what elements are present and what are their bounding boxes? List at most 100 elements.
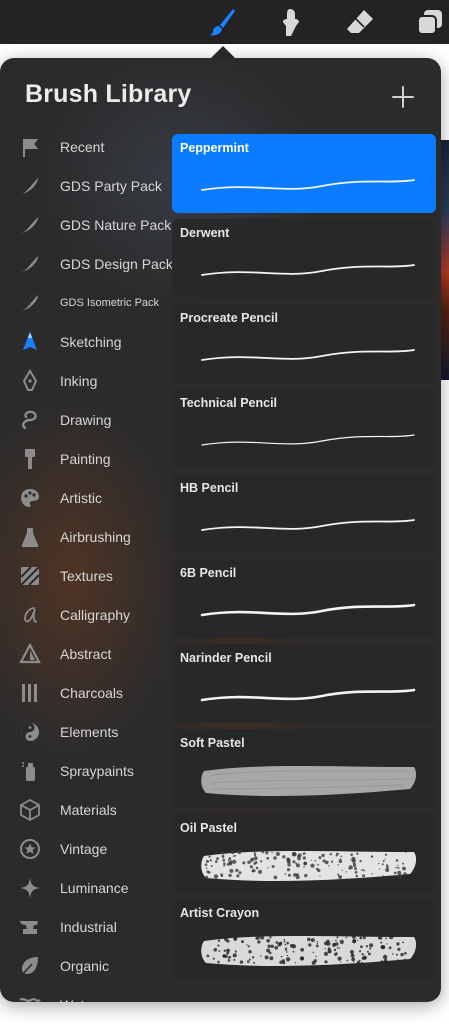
category-item-gds-isometric-pack[interactable]: GDS Isometric Pack xyxy=(0,283,172,322)
category-item-artistic[interactable]: Artistic xyxy=(0,478,172,517)
category-item-organic[interactable]: Organic xyxy=(0,946,172,985)
brush-item-narinder-pencil[interactable]: Narinder Pencil xyxy=(172,644,436,723)
category-label: Inking xyxy=(60,372,98,389)
brush-item-artist-crayon[interactable]: Artist Crayon xyxy=(172,899,436,978)
plus-icon xyxy=(388,82,418,112)
category-label: GDS Isometric Pack xyxy=(60,296,160,309)
category-item-airbrushing[interactable]: Airbrushing xyxy=(0,517,172,556)
layers-icon xyxy=(414,6,446,38)
brush-name: Derwent xyxy=(180,226,230,240)
waves-icon xyxy=(18,993,42,1003)
category-label: Painting xyxy=(60,450,111,467)
category-label: Materials xyxy=(60,801,117,818)
star-badge-icon xyxy=(18,837,42,861)
category-item-gds-nature-pack[interactable]: GDS Nature Pack xyxy=(0,205,172,244)
category-item-gds-design-pack[interactable]: GDS Design Pack xyxy=(0,244,172,283)
palette-icon xyxy=(18,486,42,510)
airbrush-icon xyxy=(18,525,42,549)
category-item-textures[interactable]: Textures xyxy=(0,556,172,595)
category-item-industrial[interactable]: Industrial xyxy=(0,907,172,946)
category-item-gds-party-pack[interactable]: GDS Party Pack xyxy=(0,166,172,205)
category-label: Industrial xyxy=(60,918,117,935)
category-item-materials[interactable]: Materials xyxy=(0,790,172,829)
brush-name: Narinder Pencil xyxy=(180,651,272,665)
flag-icon xyxy=(18,135,42,159)
calligraphy-icon xyxy=(18,603,42,627)
category-item-vintage[interactable]: Vintage xyxy=(0,829,172,868)
squiggle-icon xyxy=(18,408,42,432)
category-item-abstract[interactable]: Abstract xyxy=(0,634,172,673)
panel-title: Brush Library xyxy=(25,80,192,108)
category-label: Organic xyxy=(60,957,110,974)
brush-stroke-preview xyxy=(192,504,422,546)
eraser-icon xyxy=(344,6,376,38)
charcoal-icon xyxy=(18,681,42,705)
brush-stroke-preview xyxy=(192,674,422,716)
brush-stroke-preview xyxy=(192,419,422,461)
anvil-icon xyxy=(18,915,42,939)
category-item-luminance[interactable]: Luminance xyxy=(0,868,172,907)
category-label: Vintage xyxy=(60,840,108,857)
category-label: Luminance xyxy=(60,879,129,896)
brush-item-oil-pastel[interactable]: Oil Pastel xyxy=(172,814,436,893)
texture-icon xyxy=(18,564,42,588)
pen-nib-icon xyxy=(18,368,42,393)
category-label: GDS Nature Pack xyxy=(60,216,172,233)
brush-sets-list[interactable]: Recent GDS Party Pack GDS Nature Pack GDS D… xyxy=(0,116,172,1002)
cube-icon xyxy=(18,798,42,822)
brush-tool-button[interactable] xyxy=(206,6,238,38)
brush-item-derwent[interactable]: Derwent xyxy=(172,219,436,298)
category-item-inking[interactable]: Inking xyxy=(0,361,172,400)
triangle-icon xyxy=(18,642,42,666)
brush-library-panel: Brush Library Recent GDS Party Pack GDS Na… xyxy=(0,58,441,1002)
brush-name: Procreate Pencil xyxy=(180,311,278,325)
category-label: Textures xyxy=(60,567,113,584)
leaf-icon xyxy=(18,954,42,978)
sparkle-icon xyxy=(18,876,42,900)
brush-name: Technical Pencil xyxy=(180,396,278,410)
brush-item-procreate-pencil[interactable]: Procreate Pencil xyxy=(172,304,436,383)
add-brush-button[interactable] xyxy=(388,82,418,112)
category-label: Water xyxy=(60,997,97,1003)
category-item-elements[interactable]: Elements xyxy=(0,712,172,751)
stroke-icon xyxy=(18,213,42,237)
brush-name: HB Pencil xyxy=(180,481,239,495)
category-label: Spraypaints xyxy=(60,762,134,779)
brush-name: 6B Pencil xyxy=(180,566,237,580)
brush-name: Artist Crayon xyxy=(180,906,260,920)
category-item-recent[interactable]: Recent xyxy=(0,127,172,166)
paint-brush-icon xyxy=(18,447,42,471)
category-label: Recent xyxy=(60,138,105,155)
category-label: GDS Party Pack xyxy=(60,177,162,194)
brush-item-hb-pencil[interactable]: HB Pencil xyxy=(172,474,436,553)
category-label: Sketching xyxy=(60,333,122,350)
yin-yang-icon xyxy=(18,720,42,744)
category-item-calligraphy[interactable]: Calligraphy xyxy=(0,595,172,634)
brush-stroke-preview xyxy=(192,929,422,971)
category-item-painting[interactable]: Painting xyxy=(0,439,172,478)
brush-item-soft-pastel[interactable]: Soft Pastel xyxy=(172,729,436,808)
stroke-icon xyxy=(18,291,42,315)
brush-stroke-preview xyxy=(192,164,422,206)
smudge-tool-button[interactable] xyxy=(274,6,306,38)
brush-name: Oil Pastel xyxy=(180,821,237,835)
brush-stroke-preview xyxy=(192,589,422,631)
category-item-sketching[interactable]: Sketching xyxy=(0,322,172,361)
category-label: Abstract xyxy=(60,645,112,662)
layers-tool-button[interactable] xyxy=(414,6,446,38)
brush-item-6b-pencil[interactable]: 6B Pencil xyxy=(172,559,436,638)
brush-item-technical-pencil[interactable]: Technical Pencil xyxy=(172,389,436,468)
eraser-tool-button[interactable] xyxy=(344,6,376,38)
category-item-charcoals[interactable]: Charcoals xyxy=(0,673,172,712)
category-label: Artistic xyxy=(60,489,102,506)
category-label: Calligraphy xyxy=(60,606,131,623)
category-label: Airbrushing xyxy=(60,528,131,545)
category-item-spraypaints[interactable]: Spraypaints xyxy=(0,751,172,790)
category-label: Elements xyxy=(60,723,119,740)
brush-name: Peppermint xyxy=(180,141,249,155)
category-label: Charcoals xyxy=(60,684,124,701)
category-item-water[interactable]: Water xyxy=(0,985,172,1002)
brush-item-peppermint[interactable]: Peppermint xyxy=(172,134,436,213)
brush-stroke-preview xyxy=(192,334,422,376)
category-item-drawing[interactable]: Drawing xyxy=(0,400,172,439)
